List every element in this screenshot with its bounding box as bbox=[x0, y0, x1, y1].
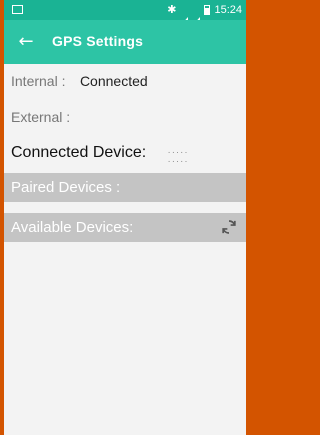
available-devices-label: Available Devices: bbox=[11, 219, 134, 236]
connected-device-row: Connected Device: bbox=[11, 144, 146, 162]
connected-device-value: ..... ..... bbox=[167, 147, 188, 165]
notification-icon bbox=[12, 5, 23, 14]
connected-device-value-1: ..... bbox=[167, 147, 189, 155]
screen: ✱ 15:24 ← GPS Settings Internal : Connec… bbox=[4, 0, 246, 435]
external-row: External : bbox=[11, 109, 70, 127]
connected-device-label: Connected Device: bbox=[11, 144, 147, 161]
battery-icon bbox=[204, 4, 211, 15]
internal-row: Internal : Connected bbox=[11, 73, 148, 91]
paired-devices-header[interactable]: Paired Devices : bbox=[4, 173, 246, 202]
connected-device-value-2: ..... bbox=[167, 156, 189, 164]
available-devices-header: Available Devices: bbox=[4, 213, 246, 242]
bluetooth-icon: ✱ bbox=[167, 4, 177, 16]
external-label: External : bbox=[11, 109, 71, 125]
signal-icon-2 bbox=[192, 5, 201, 26]
clock: 15:24 bbox=[214, 3, 242, 16]
internal-label: Internal : bbox=[11, 73, 66, 89]
status-bar: ✱ 15:24 bbox=[4, 0, 246, 26]
toolbar: ← GPS Settings bbox=[4, 20, 246, 64]
arrow-left-icon[interactable]: ← bbox=[14, 30, 38, 54]
refresh-icon[interactable] bbox=[220, 218, 238, 236]
page-title: GPS Settings bbox=[52, 33, 144, 49]
status-icons: ✱ 15:24 bbox=[167, 3, 242, 26]
signal-icon bbox=[180, 5, 189, 26]
paired-devices-label: Paired Devices : bbox=[11, 179, 121, 196]
internal-value: Connected bbox=[79, 73, 148, 89]
